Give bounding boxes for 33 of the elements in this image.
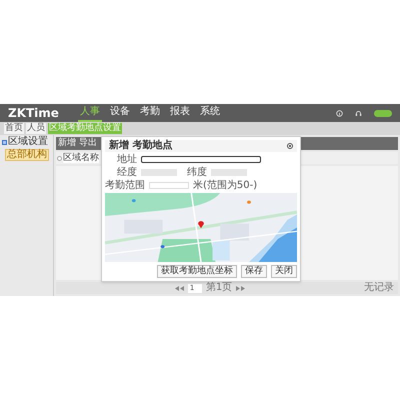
page-tab[interactable]: 人员	[26, 123, 46, 134]
field-label: 纬度	[186, 168, 207, 178]
last-page-icon[interactable]	[236, 286, 246, 290]
user-button[interactable]	[374, 110, 392, 116]
address-field[interactable]	[141, 156, 261, 163]
latitude-field[interactable]	[211, 169, 247, 176]
dialog-button[interactable]: 关闭	[271, 264, 297, 278]
dialog-title: 新增 考勤地点	[109, 141, 172, 151]
nav-tab[interactable]: 考勤	[138, 104, 162, 122]
column-header: 区域名称	[63, 154, 99, 162]
nav-tab[interactable]: 设备	[108, 104, 132, 122]
toolbar-button[interactable]: 导出	[79, 139, 97, 148]
range-hint: 米(范围为50-)	[193, 180, 258, 190]
range-field[interactable]	[149, 182, 189, 189]
record-summary: 无记录	[364, 283, 394, 293]
tree-item[interactable]: 总部机构	[5, 149, 49, 161]
info-icon[interactable]	[336, 110, 343, 116]
first-page-icon[interactable]	[174, 286, 184, 290]
field-label: 地址	[116, 154, 137, 164]
field-label: 经度	[116, 168, 137, 178]
sidebar-title: 区域设置	[8, 137, 48, 147]
dialog-button[interactable]: 获取考勤地点坐标	[157, 264, 237, 278]
headset-icon[interactable]	[355, 110, 362, 116]
dialog-button[interactable]: 保存	[241, 264, 267, 278]
page-tab[interactable]: 首页	[4, 123, 24, 134]
page-count: 第1页	[206, 283, 232, 293]
close-button[interactable]	[287, 143, 293, 149]
nav-tab[interactable]: 系统	[198, 104, 222, 122]
longitude-field[interactable]	[141, 169, 177, 176]
toolbar-button[interactable]: 新增	[58, 139, 76, 148]
nav-tab[interactable]: 报表	[168, 104, 192, 122]
field-label: 考勤范围	[105, 180, 145, 190]
logo: ZKTime	[8, 107, 60, 119]
